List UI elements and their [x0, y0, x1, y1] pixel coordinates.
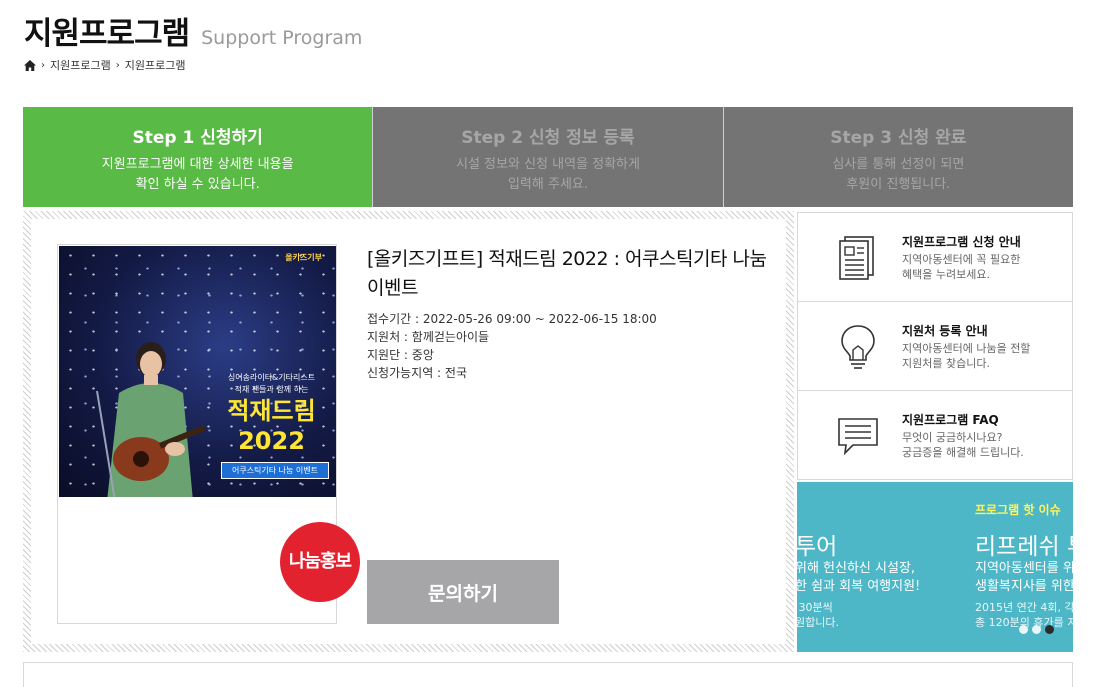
banner-pagination	[1019, 625, 1058, 634]
guide-title: 지원프로그램 FAQ	[902, 413, 999, 427]
step-2: Step 2 신청 정보 등록 시설 정보와 신청 내역을 정확하게 입력해 주…	[372, 107, 723, 207]
home-icon[interactable]	[24, 59, 36, 71]
guide-desc: 지역아동센터에 나눔을 전할 지원처를 찾습니다.	[902, 342, 1031, 370]
poster-headline-line-1: 적재드림	[227, 397, 316, 425]
program-region: 신청가능지역 : 전국	[367, 366, 467, 380]
guide-item-sponsor[interactable]: 지원처 등록 안내 지역아동센터에 나눔을 전할 지원처를 찾습니다.	[798, 302, 1072, 391]
breadcrumb-item[interactable]: 지원프로그램	[125, 57, 186, 73]
guide-item-application[interactable]: 지원프로그램 신청 안내 지역아동센터에 꼭 필요한 혜택을 누려보세요.	[798, 213, 1072, 302]
program-detail-panel: 올키즈기부 싱어송라이터&기타리스트 적재 팬들과 함께 하는 적재드림 202…	[23, 211, 794, 652]
poster-pill: 어쿠스틱기타 나눔 이벤트	[221, 462, 329, 479]
step-title: Step 1 신청하기	[132, 128, 263, 148]
document-icon	[839, 236, 874, 280]
poster-caption: 싱어송라이터&기타리스트 적재 팬들과 함께 하는	[227, 373, 316, 394]
banner-dot[interactable]	[1019, 625, 1028, 634]
chevron-right-icon: ›	[115, 59, 120, 71]
program-sponsor: 지원처 : 함께걷는아이들	[367, 330, 490, 344]
step-desc: 시설 정보와 신청 내역을 정확하게 입력해 주세요.	[456, 157, 640, 192]
program-period: 접수기간 : 2022-05-26 09:00 ~ 2022-06-15 18:…	[367, 312, 657, 326]
guide-title: 지원프로그램 신청 안내	[902, 235, 1021, 249]
page-title: 지원프로그램 Support Program	[24, 8, 362, 53]
guide-desc: 무엇이 궁금하시나요? 궁금증을 해결해 드립니다.	[902, 431, 1024, 459]
program-detail-inner: 올키즈기부 싱어송라이터&기타리스트 적재 팬들과 함께 하는 적재드림 202…	[31, 219, 786, 644]
guide-desc: 지역아동센터에 꼭 필요한 혜택을 누려보세요.	[902, 253, 1021, 281]
lightbulb-icon	[841, 325, 875, 369]
poster-headline: 적재드림 2022	[209, 396, 334, 456]
program-info: [올키즈기프트] 적재드림 2022 : 어쿠스틱기타 나눔 이벤트 접수기간 …	[367, 245, 767, 382]
hot-issue-banner[interactable]: 프로그램 핫 이슈 투어 위해 헌신하신 시설장, 한 쉼과 회복 여행지원! …	[797, 482, 1073, 652]
program-thumbnail: 올키즈기부 싱어송라이터&기타리스트 적재 팬들과 함께 하는 적재드림 202…	[57, 244, 360, 624]
poster-headline-line-2: 2022	[238, 427, 305, 455]
banner-dot-active[interactable]	[1045, 625, 1054, 634]
step-desc: 지원프로그램에 대한 상세한 내용을 확인 하실 수 있습니다.	[101, 157, 294, 192]
step-3: Step 3 신청 완료 심사를 통해 선정이 되면 후원이 진행됩니다.	[722, 107, 1073, 207]
inquiry-button[interactable]: 문의하기	[367, 560, 559, 624]
step-desc: 심사를 통해 선정이 되면 후원이 진행됩니다.	[832, 157, 965, 192]
breadcrumb-item[interactable]: 지원프로그램	[50, 57, 111, 73]
share-promo-badge: 나눔홍보	[280, 522, 360, 602]
banner-dot[interactable]	[1032, 625, 1041, 634]
step-1: Step 1 신청하기 지원프로그램에 대한 상세한 내용을 확인 하실 수 있…	[23, 107, 373, 207]
page-title-korean: 지원프로그램	[24, 16, 190, 52]
program-poster-image: 올키즈기부 싱어송라이터&기타리스트 적재 팬들과 함께 하는 적재드림 202…	[59, 246, 336, 497]
banner-slide-left-desc: 위해 헌신하신 시설장, 한 쉼과 회복 여행지원!	[797, 561, 921, 594]
banner-tag: 프로그램 핫 이슈	[975, 503, 1061, 517]
bottom-content-panel	[23, 662, 1073, 687]
program-group: 지원단 : 중앙	[367, 348, 434, 362]
chat-icon	[838, 418, 878, 456]
banner-slide-left-small: 30분씩 원합니다.	[797, 601, 839, 629]
guide-item-faq[interactable]: 지원프로그램 FAQ 무엇이 궁금하시나요? 궁금증을 해결해 드립니다.	[798, 391, 1072, 480]
guide-title: 지원처 등록 안내	[902, 324, 988, 338]
page-title-english: Support Program	[201, 27, 363, 49]
guitarist-illustration	[96, 342, 206, 497]
guide-links: 지원프로그램 신청 안내 지역아동센터에 꼭 필요한 혜택을 누려보세요. 지원…	[797, 212, 1073, 480]
chevron-right-icon: ›	[41, 59, 45, 71]
poster-logo: 올키즈기부	[285, 253, 322, 262]
application-steps: Step 1 신청하기 지원프로그램에 대한 상세한 내용을 확인 하실 수 있…	[23, 107, 1073, 207]
breadcrumb: › 지원프로그램 › 지원프로그램	[24, 57, 185, 73]
step-title: Step 3 신청 완료	[830, 128, 967, 148]
program-title: [올키즈기프트] 적재드림 2022 : 어쿠스틱기타 나눔 이벤트	[367, 248, 767, 299]
banner-slide-right-desc: 지역아동센터를 위 생활복지사를 위한	[975, 561, 1073, 594]
step-title: Step 2 신청 정보 등록	[461, 128, 635, 148]
banner-slide-left-title: 투어	[797, 534, 838, 560]
banner-slide-right-title: 리프레쉬 투	[975, 534, 1073, 560]
